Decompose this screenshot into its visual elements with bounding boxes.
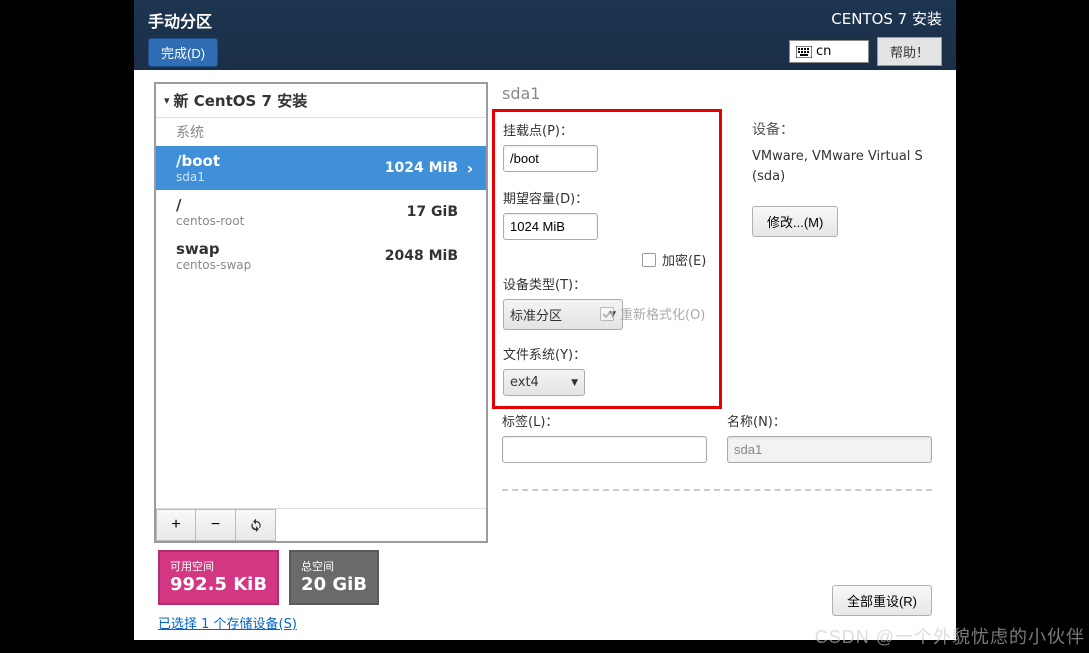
- tag-input[interactable]: [502, 436, 707, 463]
- reload-button[interactable]: [236, 509, 276, 541]
- filesystem-label: 文件系统(Y)：: [503, 344, 709, 363]
- partition-detail: sda1 挂载点(P)： 期望容量(D)： 设备类型(T)： 标准分区▼: [502, 82, 956, 543]
- keyboard-icon: [796, 46, 812, 58]
- footer: 可用空间 992.5 KiB 总空间 20 GiB 已选择 1 个存储设备(S)…: [134, 550, 956, 640]
- name-input[interactable]: [727, 436, 932, 463]
- partition-tree: 新 CentOS 7 安装 系统 /boot sda1 1024 MiB › /…: [154, 82, 488, 543]
- partition-mount: /boot: [176, 152, 220, 170]
- mount-point-label: 挂载点(P)：: [503, 120, 709, 139]
- storage-devices-link[interactable]: 已选择 1 个存储设备(S): [158, 617, 297, 632]
- chevron-down-icon: ▼: [571, 378, 578, 388]
- reload-icon: [249, 518, 263, 532]
- partition-size: 2048 MiB: [385, 248, 458, 264]
- product-title: CENTOS 7 安装: [789, 8, 942, 29]
- chevron-right-icon: ›: [464, 159, 476, 178]
- total-space-box: 总空间 20 GiB: [289, 550, 379, 605]
- partition-mount: swap: [176, 240, 251, 258]
- device-description: VMware, VMware Virtual S (sda): [752, 147, 932, 186]
- free-space-label: 可用空间: [170, 558, 267, 574]
- reformat-label: 重新格式化(O): [620, 304, 705, 323]
- modify-device-button[interactable]: 修改...(M): [752, 206, 838, 237]
- device-heading: 设备：: [752, 119, 932, 139]
- mount-point-input[interactable]: [503, 145, 598, 172]
- partition-size: 17 GiB: [407, 204, 458, 220]
- detail-title: sda1: [502, 84, 932, 103]
- manual-partitioning-window: 手动分区 完成(D) CENTOS 7 安装 cn 帮助！ 新 CentOS 7…: [134, 0, 956, 640]
- remove-partition-button[interactable]: −: [196, 509, 236, 541]
- total-space-label: 总空间: [301, 558, 367, 574]
- divider: [502, 489, 932, 491]
- add-partition-button[interactable]: +: [156, 509, 196, 541]
- tree-root[interactable]: 新 CentOS 7 安装: [156, 84, 486, 118]
- keyboard-layout-value: cn: [816, 44, 831, 59]
- partition-size: 1024 MiB: [385, 160, 458, 176]
- partition-row-boot[interactable]: /boot sda1 1024 MiB ›: [156, 146, 486, 190]
- chevron-right-icon: ›: [464, 247, 476, 266]
- body: 新 CentOS 7 安装 系统 /boot sda1 1024 MiB › /…: [134, 70, 956, 543]
- free-space-box: 可用空间 992.5 KiB: [158, 550, 279, 605]
- reformat-checkbox[interactable]: [600, 307, 614, 321]
- desired-capacity-label: 期望容量(D)：: [503, 188, 709, 207]
- partition-device: centos-root: [176, 214, 244, 228]
- tree-section-system: 系统: [156, 118, 486, 146]
- header: 手动分区 完成(D) CENTOS 7 安装 cn 帮助！: [134, 0, 956, 70]
- keyboard-layout-selector[interactable]: cn: [789, 40, 869, 63]
- chevron-right-icon: ›: [464, 203, 476, 222]
- filesystem-select[interactable]: ext4▼: [503, 369, 585, 396]
- page-title: 手动分区: [148, 8, 789, 32]
- desired-capacity-input[interactable]: [503, 213, 598, 240]
- partition-device: centos-swap: [176, 258, 251, 272]
- reset-all-button[interactable]: 全部重设(R): [832, 585, 932, 616]
- free-space-value: 992.5 KiB: [170, 574, 267, 595]
- encrypt-checkbox[interactable]: [642, 253, 656, 267]
- total-space-value: 20 GiB: [301, 574, 367, 595]
- device-type-label: 设备类型(T)：: [503, 274, 709, 293]
- partition-row-swap[interactable]: swap centos-swap 2048 MiB ›: [156, 234, 486, 278]
- partition-device: sda1: [176, 170, 220, 184]
- tag-label: 标签(L)：: [502, 411, 707, 430]
- done-button[interactable]: 完成(D): [148, 38, 218, 67]
- help-button[interactable]: 帮助！: [877, 37, 942, 66]
- name-label: 名称(N)：: [727, 411, 932, 430]
- partition-toolbar: + −: [156, 508, 486, 541]
- partition-mount: /: [176, 196, 244, 214]
- encrypt-label: 加密(E): [662, 250, 706, 269]
- partition-row-root[interactable]: / centos-root 17 GiB ›: [156, 190, 486, 234]
